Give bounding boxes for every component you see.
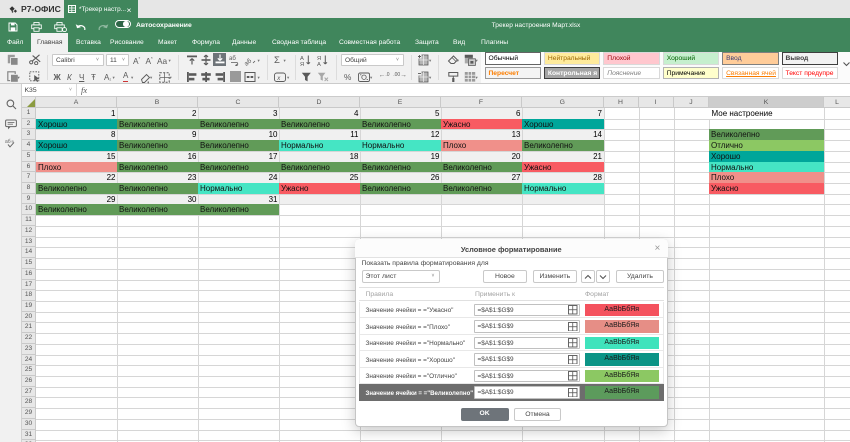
svg-text:аб: аб (244, 56, 253, 65)
svg-text:аб: аб (229, 56, 236, 62)
svg-text:Я: Я (317, 55, 321, 61)
svg-text:А: А (300, 55, 304, 61)
svg-text:А: А (317, 62, 321, 66)
svg-text:Я: Я (300, 62, 304, 66)
svg-text:аб: аб (5, 139, 11, 145)
svg-text:x: x (276, 75, 281, 81)
